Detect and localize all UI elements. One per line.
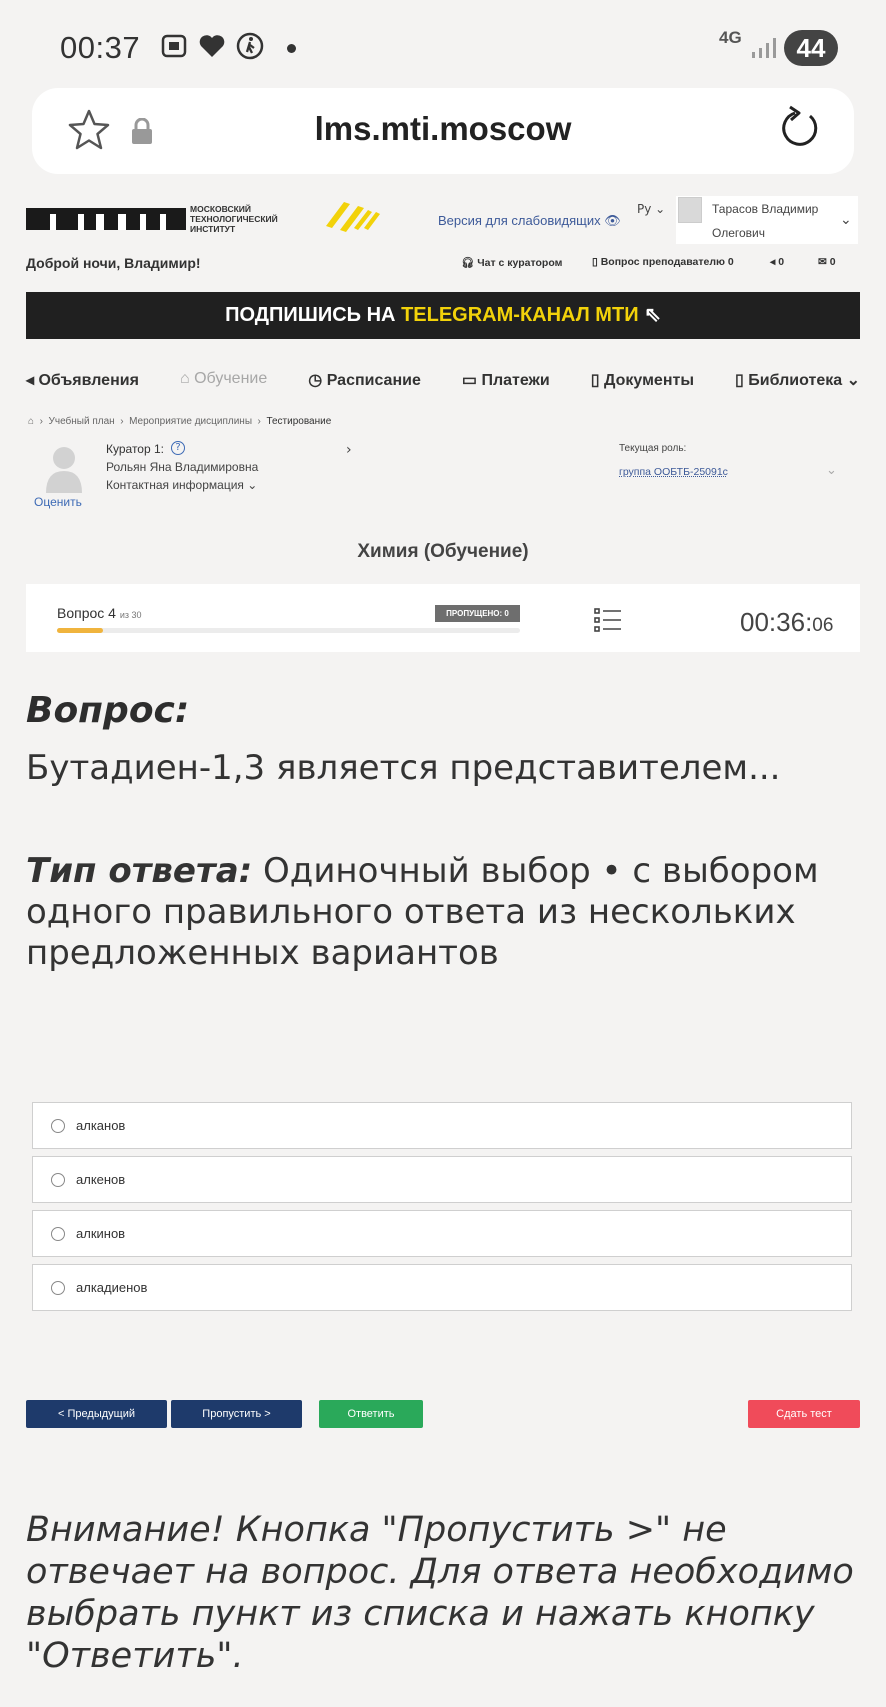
status-time: 00:37	[60, 30, 141, 65]
timer: 00:36:06	[740, 607, 834, 637]
walking-icon	[236, 32, 264, 60]
eye-icon: 👁	[604, 213, 621, 228]
user-name-line2: Олегович	[712, 226, 765, 240]
book-icon: ▯	[592, 256, 598, 268]
greeting: Доброй ночи, Владимир!	[26, 255, 201, 271]
nav-payments[interactable]: ▭ Платежи	[462, 370, 550, 390]
user-name-line1: Тарасов Владимир	[712, 202, 819, 216]
breadcrumb-item[interactable]: Учебный план	[49, 416, 115, 427]
accessibility-link[interactable]: Версия для слабовидящих 👁	[438, 213, 621, 229]
question-text: Бутадиен-1,3 является представителем...	[26, 748, 781, 788]
nav-announcements[interactable]: ◂ Объявления	[26, 370, 139, 390]
nav-documents[interactable]: ▯ Документы	[591, 370, 694, 390]
nav-library[interactable]: ▯ Библиотека ⌄	[735, 370, 860, 390]
book-icon: ▯	[735, 372, 744, 389]
messages-link[interactable]: ✉ 0	[818, 256, 836, 268]
announcements-link[interactable]: ◂ 0	[770, 256, 784, 268]
telegram-banner[interactable]: ПОДПИШИСЬ НА TELEGRAM-КАНАЛ МТИ ⇖	[26, 292, 860, 339]
answer-type: Тип ответа: Одиночный выбор • с выбором …	[26, 851, 819, 973]
user-avatar	[678, 197, 702, 223]
screenshot-icon	[161, 34, 187, 58]
breadcrumb-item[interactable]: Мероприятие дисциплины	[129, 416, 252, 427]
status-dot	[287, 44, 296, 53]
nav-schedule[interactable]: ◷ Расписание	[308, 370, 421, 390]
chevron-down-icon[interactable]: ⌄	[840, 212, 852, 228]
curator-contact-toggle[interactable]: Контактная информация ⌄	[106, 478, 257, 492]
language-select[interactable]: Ру ⌄	[637, 202, 665, 216]
chevron-down-icon: ⌄	[846, 372, 860, 389]
network-type: 4G	[719, 28, 742, 47]
radio-button[interactable]	[51, 1226, 65, 1241]
mail-icon: ✉	[818, 256, 827, 268]
document-icon: ▯	[590, 372, 600, 389]
signal-icon	[752, 36, 776, 58]
chevron-right-icon[interactable]: ›	[346, 442, 352, 458]
question-list-icon[interactable]	[594, 607, 622, 633]
radio-button[interactable]	[51, 1280, 65, 1295]
megaphone-icon: ◂	[26, 372, 35, 389]
breadcrumb: ⌂ › Учебный план › Мероприятие дисциплин…	[28, 416, 332, 427]
card-icon: ▭	[461, 372, 478, 389]
answer-option[interactable]: алканов	[32, 1102, 852, 1149]
answer-option[interactable]: алкадиенов	[32, 1264, 852, 1311]
role-label: Текущая роль:	[619, 443, 687, 454]
ask-teacher-link[interactable]: ▯ Вопрос преподавателю 0	[592, 256, 734, 268]
answer-option[interactable]: алкинов	[32, 1210, 852, 1257]
graduation-cap-icon: ⌂	[179, 370, 190, 387]
question-counter: Вопрос 4 из 30	[57, 605, 142, 621]
warning-note: Внимание! Кнопка "Пропустить >" не отвеч…	[26, 1510, 854, 1676]
logo-subtitle: МОСКОВСКИЙ ТЕХНОЛОГИЧЕСКИЙ ИНСТИТУТ	[190, 204, 278, 234]
breadcrumb-item: Тестирование	[266, 416, 332, 427]
curator-label: Куратор 1:	[106, 442, 164, 456]
cursor-icon: ⇖	[644, 304, 661, 326]
main-nav: ◂ Объявления ⌂ Обучение ◷ Расписание ▭ П…	[26, 370, 860, 390]
clock-icon: ◷	[308, 372, 323, 389]
url-text[interactable]: lms.mti.moscow	[0, 110, 886, 148]
megaphone-icon: ◂	[770, 256, 776, 268]
curator-avatar	[46, 447, 82, 493]
radio-button[interactable]	[51, 1172, 65, 1187]
nav-learning[interactable]: ⌂ Обучение	[180, 370, 267, 390]
skip-button[interactable]: Пропустить >	[171, 1400, 302, 1428]
progress-fill	[57, 628, 104, 633]
skipped-badge: ПРОПУЩЕНО: 0	[435, 605, 520, 622]
chat-curator-link[interactable]: 🎧︎ Чат с куратором	[461, 256, 562, 269]
curator-name: Рольян Яна Владимировна	[106, 460, 259, 474]
battery-indicator: 44	[784, 30, 838, 66]
submit-test-button[interactable]: Сдать тест	[748, 1400, 860, 1428]
answer-button[interactable]: Ответить	[319, 1400, 423, 1428]
home-icon[interactable]: ⌂	[28, 416, 34, 427]
heart-icon	[199, 35, 225, 57]
question-title: Вопрос:	[26, 690, 190, 731]
progress-track	[57, 628, 520, 633]
chevron-down-icon: ⌄	[247, 478, 258, 492]
answer-option[interactable]: алкенов	[32, 1156, 852, 1203]
help-icon[interactable]: ?	[171, 441, 185, 455]
prev-button[interactable]: < Предыдущий	[26, 1400, 167, 1428]
status-notification-icons	[160, 32, 264, 60]
chevron-down-icon[interactable]: ⌄	[826, 463, 837, 478]
page-title: Химия (Обучение)	[357, 541, 529, 562]
headset-icon: 🎧︎	[461, 257, 475, 269]
rate-curator-link[interactable]: Оценить	[34, 495, 82, 509]
radio-button[interactable]	[51, 1118, 65, 1133]
role-select[interactable]: группа ООБТБ-25091с	[619, 466, 728, 478]
reload-icon[interactable]	[777, 105, 821, 151]
